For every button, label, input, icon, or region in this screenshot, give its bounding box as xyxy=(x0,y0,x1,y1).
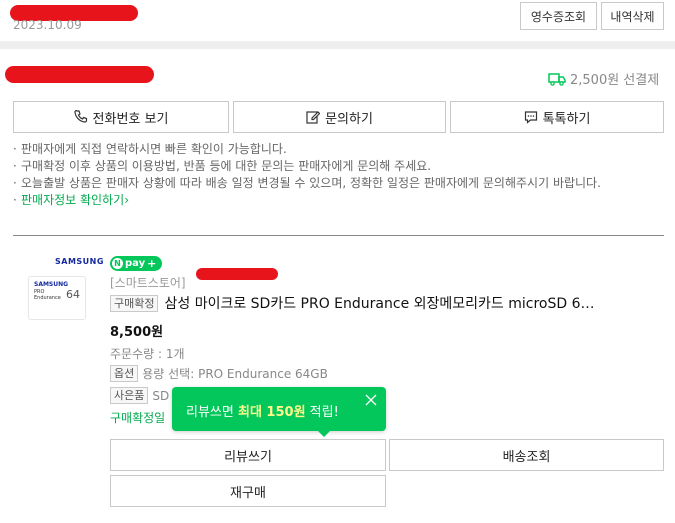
image-capacity: 64 xyxy=(66,288,80,301)
status-tag: 구매확정 xyxy=(110,294,159,312)
option-text: 용량 선택: PRO Endurance 64GB xyxy=(142,367,328,381)
npay-label: pay xyxy=(125,258,146,269)
edit-icon xyxy=(306,110,321,124)
receipt-button[interactable]: 영수증조회 xyxy=(520,2,597,30)
plus-icon: + xyxy=(147,257,157,270)
gift-tag: 사은품 xyxy=(110,387,149,404)
product-image[interactable]: SAMSUNG PRO Endurance 64 xyxy=(28,276,86,320)
seller-notes: · 판매자에게 직접 연락하시면 빠른 확인이 가능합니다. · 구매확정 이후 상… xyxy=(13,141,663,209)
gift-text: SD xyxy=(152,388,170,403)
product-price: 8,500원 xyxy=(110,325,164,340)
truck-icon xyxy=(548,72,566,86)
shipping-fee-text: 2,500원 선결제 xyxy=(570,73,660,88)
close-icon[interactable] xyxy=(364,393,378,407)
review-reward-tooltip: 리뷰쓰면 최대 150원 적립! xyxy=(172,387,386,437)
redacted-store-name xyxy=(196,268,278,280)
inquiry-button[interactable]: 문의하기 xyxy=(233,101,446,133)
brand-logo: SAMSUNG xyxy=(55,257,104,266)
option-tag: 옵션 xyxy=(110,365,139,382)
image-line2: Endurance xyxy=(34,295,61,301)
option-row: 옵션 용량 선택: PRO Endurance 64GB xyxy=(110,365,328,382)
product-title: 삼성 마이크로 SD카드 PRO Endurance 외장메모리카드 micro… xyxy=(164,296,595,312)
quantity-text: 주문수량 : 1개 xyxy=(110,347,185,361)
order-date: 2023.10.09 xyxy=(13,18,82,32)
npay-n-icon: N xyxy=(112,258,123,269)
purchase-confirm-date: 구매확정일 xyxy=(110,411,166,425)
seller-info-link[interactable]: · 판매자정보 확인하기 › xyxy=(13,192,663,209)
note-item: · 판매자에게 직접 연락하시면 빠른 확인이 가능합니다. xyxy=(13,142,287,156)
talktalk-button[interactable]: 톡톡하기 xyxy=(450,101,664,133)
rebuy-button[interactable]: 재구매 xyxy=(110,475,386,507)
delivery-tracking-button[interactable]: 배송조회 xyxy=(389,439,664,471)
chat-icon xyxy=(524,110,538,124)
redacted-seller-name xyxy=(5,66,154,83)
npay-badge: N pay + xyxy=(110,256,162,271)
tooltip-highlight: 최대 150원 xyxy=(237,405,306,420)
write-review-button[interactable]: 리뷰쓰기 xyxy=(110,439,386,471)
phone-icon xyxy=(73,110,88,124)
tooltip-arrow xyxy=(318,431,330,437)
phone-button[interactable]: 전화번호 보기 xyxy=(13,101,229,133)
inquiry-button-label: 문의하기 xyxy=(325,111,373,127)
image-brand: SAMSUNG xyxy=(34,281,69,288)
phone-button-label: 전화번호 보기 xyxy=(92,111,169,127)
chevron-right-icon: › xyxy=(124,193,129,207)
product-title-row[interactable]: 구매확정 삼성 마이크로 SD카드 PRO Endurance 외장메모리카드 … xyxy=(110,293,595,313)
shipping-fee: 2,500원 선결제 xyxy=(548,69,659,88)
store-label: [스마트스토어] xyxy=(110,276,186,290)
section-divider-band xyxy=(0,41,675,49)
gift-row: 사은품 SD xyxy=(110,387,169,404)
note-item: · 오늘출발 상품은 판매자 상황에 따라 배송 일정 변경될 수 있으며, 정확… xyxy=(13,176,601,190)
tooltip-text: 리뷰쓰면 최대 150원 적립! xyxy=(186,405,339,420)
section-divider xyxy=(13,235,664,236)
delete-history-button[interactable]: 내역삭제 xyxy=(601,2,664,30)
talktalk-button-label: 톡톡하기 xyxy=(542,111,591,127)
note-item: · 구매확정 이후 상품의 이용방법, 반품 등에 대한 문의는 판매자에게 문의… xyxy=(13,159,432,173)
